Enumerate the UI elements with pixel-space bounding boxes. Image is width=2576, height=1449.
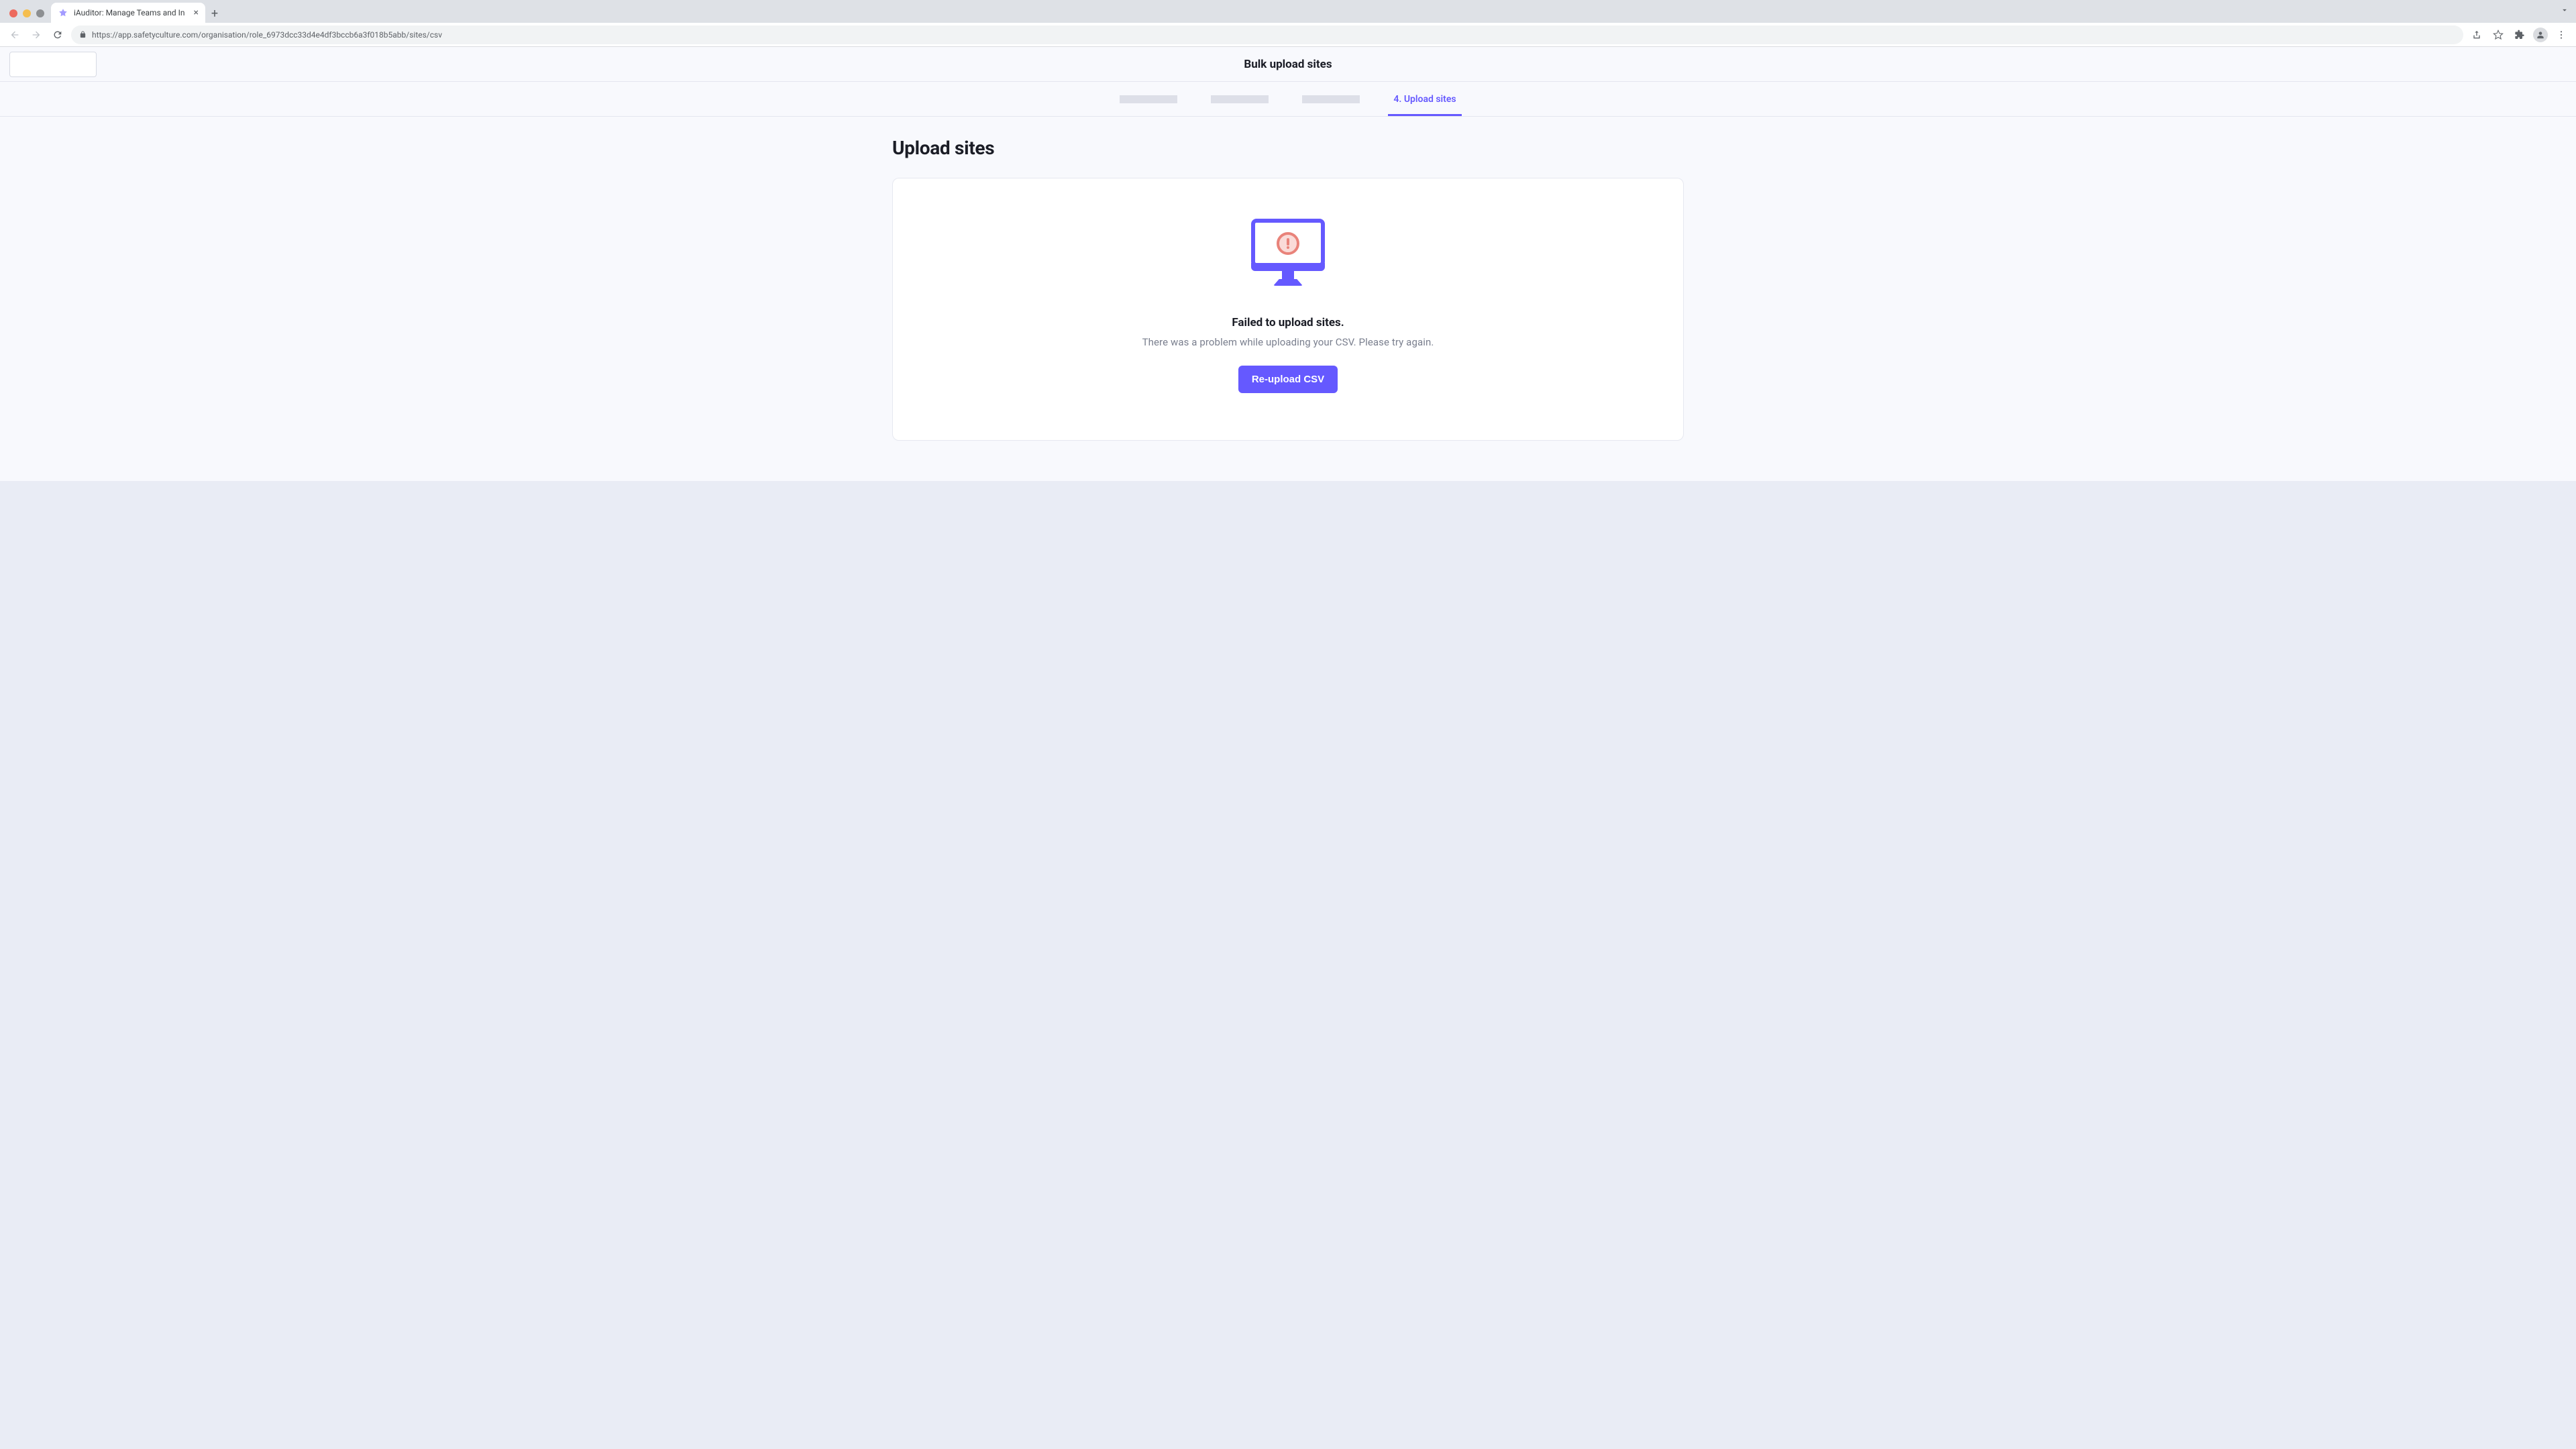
new-tab-button[interactable]: +	[205, 4, 224, 23]
alert-icon	[1277, 232, 1299, 255]
share-icon[interactable]	[2469, 27, 2485, 43]
step-4-active[interactable]: 4. Upload sites	[1393, 82, 1456, 116]
step-1-placeholder[interactable]	[1120, 95, 1177, 103]
page-header-title: Bulk upload sites	[1244, 58, 1332, 71]
app-header: Bulk upload sites	[0, 47, 2576, 82]
step-4-label: 4. Upload sites	[1393, 94, 1456, 105]
step-2-placeholder[interactable]	[1211, 95, 1269, 103]
reupload-button[interactable]: Re-upload CSV	[1238, 366, 1338, 393]
wizard-steps: 4. Upload sites	[0, 82, 2576, 117]
window-controls	[5, 9, 51, 23]
browser-toolbar: https://app.safetyculture.com/organisati…	[0, 23, 2576, 47]
browser-chrome: iAuditor: Manage Teams and In × + https:…	[0, 0, 2576, 47]
profile-avatar[interactable]	[2533, 28, 2548, 42]
page-title: Upload sites	[892, 137, 1684, 159]
monitor-icon	[1251, 219, 1325, 267]
upload-result-card: Failed to upload sites. There was a prob…	[892, 178, 1684, 441]
app-root: Bulk upload sites 4. Upload sites Upload…	[0, 47, 2576, 481]
error-description: There was a problem while uploading your…	[1142, 336, 1434, 348]
error-illustration	[1251, 219, 1325, 286]
extensions-icon[interactable]	[2512, 27, 2528, 43]
bookmark-icon[interactable]	[2490, 27, 2506, 43]
reload-button[interactable]	[50, 27, 66, 43]
page-body: Upload sites Failed to upload sites. The…	[0, 117, 2576, 481]
lock-icon	[79, 31, 87, 38]
window-minimize-icon[interactable]	[23, 9, 31, 17]
step-3-placeholder[interactable]	[1302, 95, 1360, 103]
tabs-menu-icon[interactable]	[2560, 5, 2569, 15]
url-text: https://app.safetyculture.com/organisati…	[92, 30, 442, 40]
window-close-icon[interactable]	[9, 9, 17, 17]
address-bar[interactable]: https://app.safetyculture.com/organisati…	[71, 25, 2463, 44]
favicon-icon	[58, 7, 68, 18]
tab-strip: iAuditor: Manage Teams and In × +	[0, 0, 2576, 23]
kebab-menu-icon[interactable]	[2553, 27, 2569, 43]
back-button[interactable]	[7, 27, 23, 43]
close-tab-icon[interactable]: ×	[194, 7, 199, 18]
window-maximize-icon[interactable]	[36, 9, 44, 17]
forward-button[interactable]	[28, 27, 44, 43]
org-logo-placeholder	[9, 52, 97, 77]
tab-title: iAuditor: Manage Teams and In	[74, 8, 189, 17]
error-title: Failed to upload sites.	[1232, 316, 1344, 329]
browser-tab[interactable]: iAuditor: Manage Teams and In ×	[51, 3, 205, 23]
